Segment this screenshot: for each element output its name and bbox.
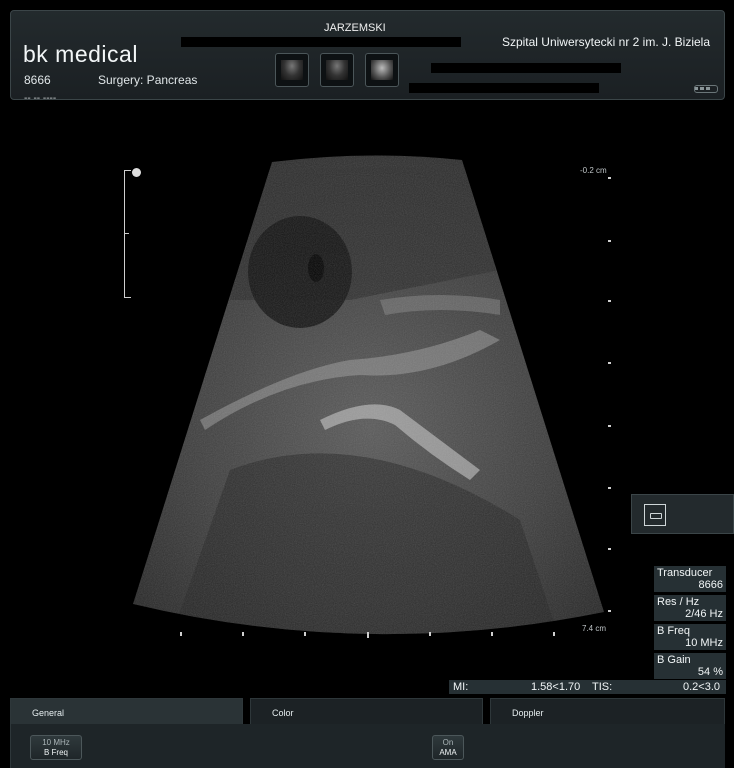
param-label: B Gain <box>657 654 691 666</box>
lateral-tick <box>553 632 555 636</box>
param-label: B Freq <box>657 625 691 637</box>
depth-tick <box>608 362 611 364</box>
side-panel-button[interactable] <box>631 494 734 534</box>
focus-scale <box>124 170 135 298</box>
mi-value: 1.58<1.70 <box>531 681 581 693</box>
orientation-marker-icon <box>132 168 141 177</box>
hospital-name: Szpital Uniwersytecki nr 2 im. J. Biziel… <box>501 35 710 49</box>
tis-label: TIS: <box>592 681 613 693</box>
tab-doppler[interactable]: Doppler <box>490 698 725 724</box>
thumbnail-3[interactable] <box>365 53 399 87</box>
depth-top-label: -0.2 cm <box>580 166 607 175</box>
depth-tick <box>608 425 611 427</box>
patient-id: 8666 <box>24 73 51 87</box>
param-b-freq: B Freq 10 MHz <box>654 624 726 650</box>
header-panel: bk medical 8666 Surgery: Pancreas -- -- … <box>10 10 725 100</box>
thumbnail-image <box>371 60 393 80</box>
thumbnail-2[interactable] <box>320 53 354 87</box>
scale-tick <box>125 233 129 234</box>
scan-sector <box>133 155 604 635</box>
redaction-bar <box>431 63 621 73</box>
procedure-label: Surgery: Pancreas <box>98 73 198 87</box>
param-transducer: Transducer 8666 <box>654 566 726 592</box>
tab-color[interactable]: Color <box>250 698 483 724</box>
param-label: Res / Hz <box>657 596 700 608</box>
param-value: 10 MHz <box>685 637 723 649</box>
depth-tick <box>608 240 611 242</box>
thumbnail-1[interactable] <box>275 53 309 87</box>
status-icons <box>694 77 718 93</box>
param-b-gain: B Gain 54 % <box>654 653 726 679</box>
depth-tick <box>608 487 611 489</box>
b-freq-value: 10 MHz <box>42 738 70 747</box>
lateral-tick <box>491 632 493 636</box>
param-value: 8666 <box>698 579 723 591</box>
lateral-tick <box>367 632 369 638</box>
param-label: Transducer <box>657 567 713 579</box>
keyboard-icon <box>644 504 666 526</box>
depth-tick <box>608 300 611 302</box>
param-value: 2/46 Hz <box>685 608 723 620</box>
controls-panel <box>10 724 725 768</box>
brand-logo: bk medical <box>23 41 138 67</box>
depth-tick <box>608 177 611 179</box>
scale-tick <box>125 170 131 171</box>
ama-value: On <box>442 738 454 747</box>
depth-tick <box>608 610 611 612</box>
patient-name: JARZEMSKI <box>324 22 386 34</box>
depth-bottom-label: 7.4 cm <box>582 624 607 633</box>
ama-label: AMA <box>439 748 457 757</box>
param-value: 54 % <box>697 666 723 678</box>
mi-label: MI: <box>453 681 469 693</box>
thumbnail-image <box>326 60 348 80</box>
scale-tick <box>125 297 131 298</box>
param-res-hz: Res / Hz 2/46 Hz <box>654 595 726 621</box>
tis-value: 0.2<3.0 <box>683 681 721 693</box>
b-freq-label: B Freq <box>43 748 68 757</box>
thumbnail-image <box>281 60 303 80</box>
lateral-tick <box>304 632 306 636</box>
ama-button[interactable]: On AMA <box>432 735 464 760</box>
lateral-tick <box>429 632 431 636</box>
tab-general[interactable]: General <box>10 698 243 724</box>
acoustic-indices: MI: 1.58<1.70 TIS: 0.2<3.0 <box>449 680 726 694</box>
exam-date: -- -- ---- <box>24 94 57 100</box>
b-freq-button[interactable]: 10 MHz B Freq <box>30 735 82 760</box>
lateral-tick <box>242 632 244 636</box>
redaction-bar <box>181 37 461 47</box>
lateral-tick <box>180 632 182 636</box>
depth-tick <box>608 548 611 550</box>
battery-icon <box>694 85 718 93</box>
ultrasound-image[interactable] <box>0 102 734 692</box>
redaction-bar <box>409 83 599 93</box>
